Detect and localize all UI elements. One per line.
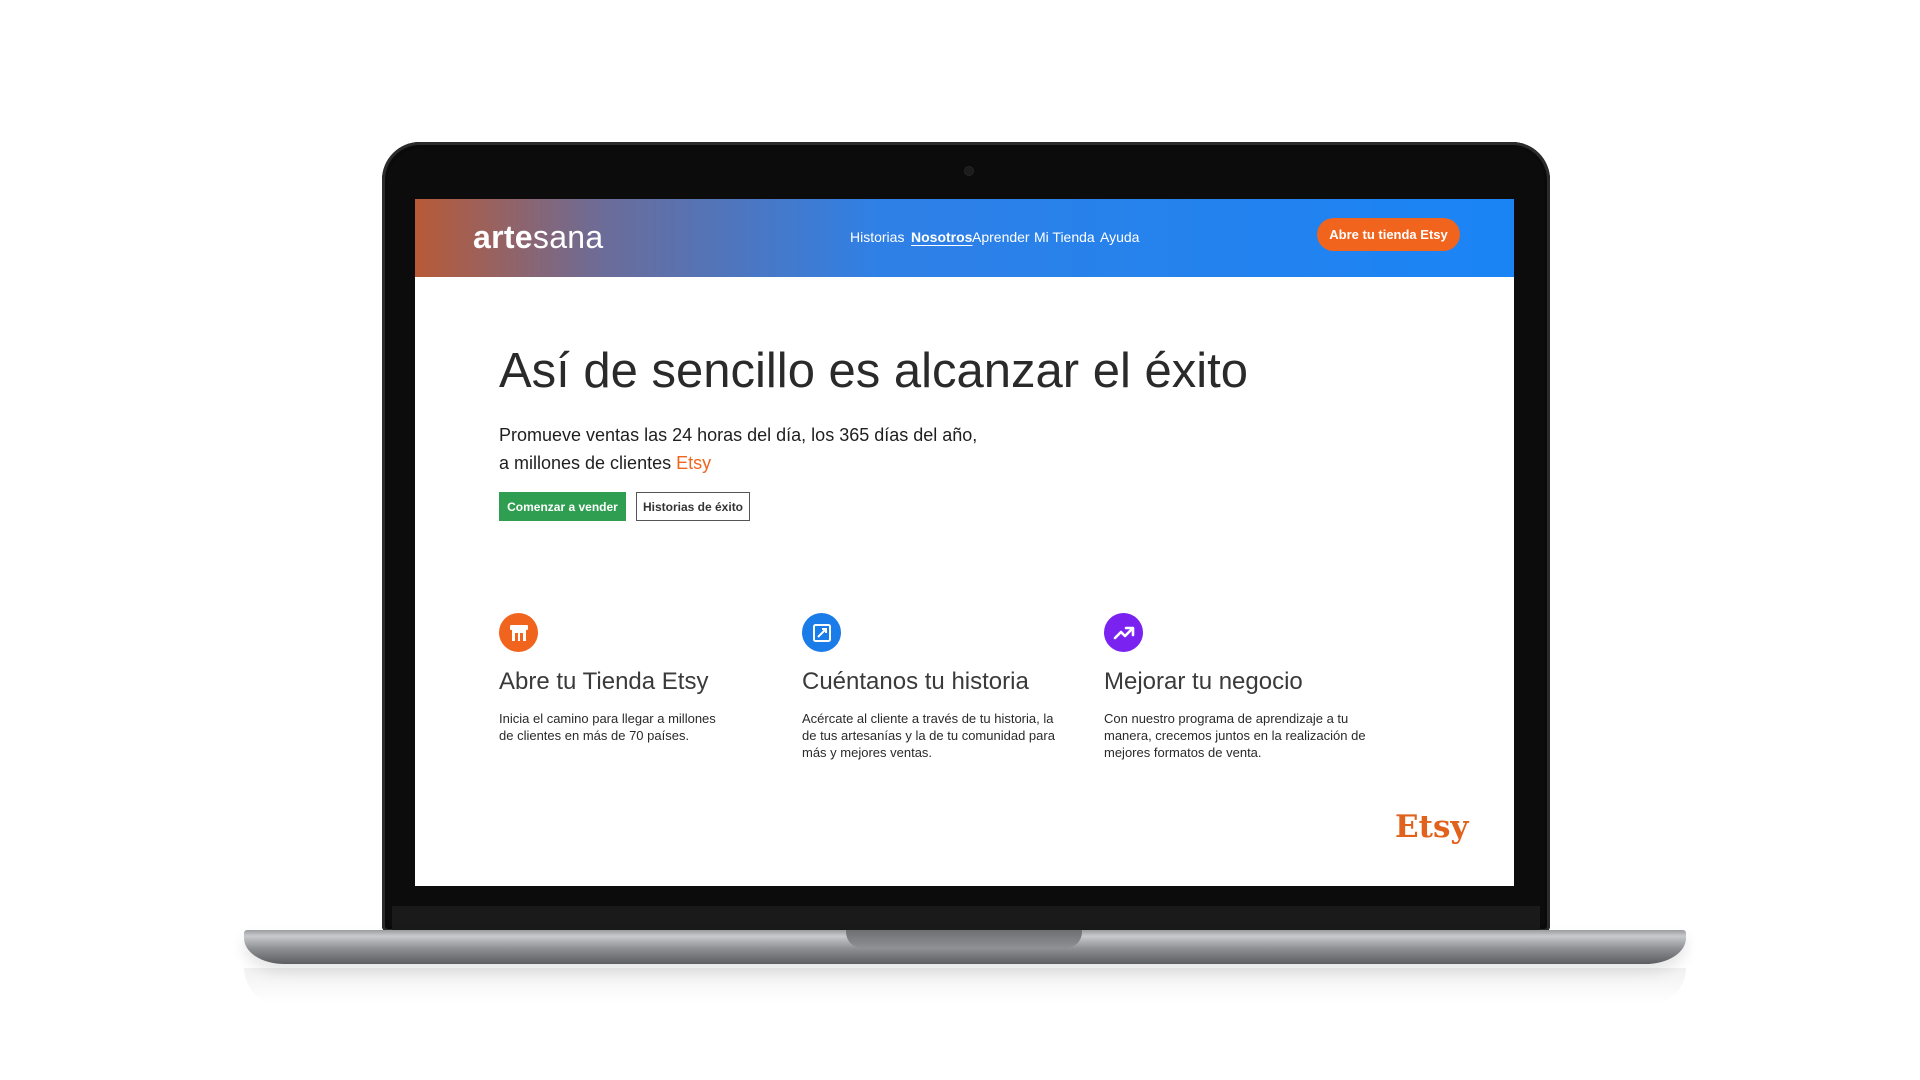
shop-icon bbox=[499, 613, 538, 652]
laptop-bottom-bezel bbox=[392, 906, 1540, 932]
etsy-logo[interactable]: Etsy bbox=[1395, 809, 1468, 845]
trending-up-icon bbox=[1104, 613, 1143, 652]
hero-subtitle-line2: a millones de clientes bbox=[499, 453, 677, 473]
start-selling-button[interactable]: Comenzar a vender bbox=[499, 492, 626, 521]
nav-mi-tienda[interactable]: Mi Tienda bbox=[1034, 229, 1095, 245]
feature-title: Abre tu Tienda Etsy bbox=[499, 668, 709, 695]
feature-improve-business: Mejorar tu negocio Con nuestro programa … bbox=[1104, 613, 1384, 761]
top-navbar: artesana Historias Nosotros Aprender Mi … bbox=[415, 199, 1514, 277]
laptop-reflection bbox=[244, 968, 1686, 1004]
logo-bold-text: arte bbox=[473, 219, 533, 255]
feature-title: Cuéntanos tu historia bbox=[802, 668, 1029, 695]
nav-historias[interactable]: Historias bbox=[850, 229, 904, 245]
feature-open-shop: Abre tu Tienda Etsy Inicia el camino par… bbox=[499, 613, 779, 744]
feature-title: Mejorar tu negocio bbox=[1104, 668, 1303, 695]
hero-subtitle-line1: Promueve ventas las 24 horas del día, lo… bbox=[499, 425, 978, 445]
feature-text: Acércate al cliente a través de tu histo… bbox=[802, 711, 1055, 760]
hero-subtitle-etsy: Etsy bbox=[676, 453, 712, 473]
edit-story-icon bbox=[802, 613, 841, 652]
open-shop-button[interactable]: Abre tu tienda Etsy bbox=[1317, 218, 1460, 251]
hero-title: Así de sencillo es alcanzar el éxito bbox=[499, 344, 1248, 398]
laptop-notch bbox=[846, 930, 1082, 948]
logo-light-text: sana bbox=[532, 219, 604, 255]
hero-subtitle: Promueve ventas las 24 horas del día, lo… bbox=[499, 421, 1059, 477]
nav-ayuda[interactable]: Ayuda bbox=[1100, 229, 1139, 245]
feature-text: Inicia el camino para llegar a millones … bbox=[499, 711, 716, 743]
feature-tell-story: Cuéntanos tu historia Acércate al client… bbox=[802, 613, 1082, 761]
camera bbox=[965, 167, 973, 175]
browser-screen: artesana Historias Nosotros Aprender Mi … bbox=[415, 199, 1514, 886]
feature-text: Con nuestro programa de aprendizaje a tu… bbox=[1104, 711, 1366, 760]
nav-nosotros[interactable]: Nosotros bbox=[911, 229, 972, 245]
artesana-logo[interactable]: artesana bbox=[473, 219, 604, 256]
success-stories-button[interactable]: Historias de éxito bbox=[636, 492, 750, 521]
nav-aprender[interactable]: Aprender bbox=[972, 229, 1030, 245]
